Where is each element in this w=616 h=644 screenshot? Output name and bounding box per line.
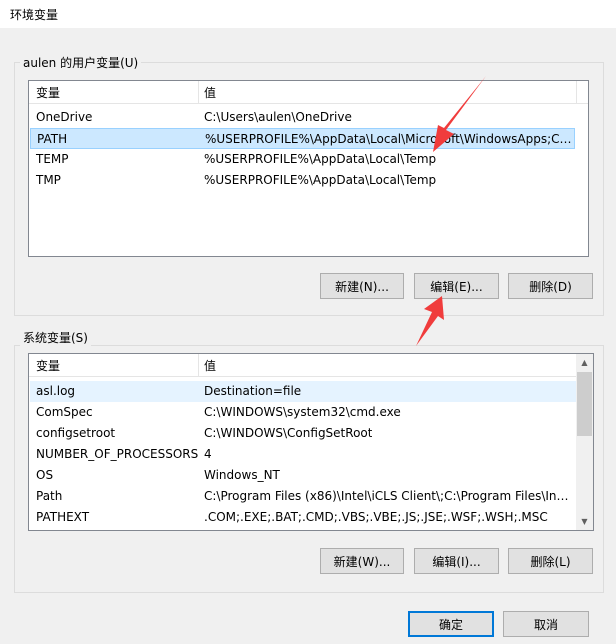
table-row[interactable]: asl.log Destination=file [30, 381, 577, 402]
user-variables-list[interactable]: 变量 值 OneDrive C:\Users\aulen\OneDrive PA… [28, 80, 589, 257]
list-header: 变量 值 [29, 354, 576, 377]
column-header-variable[interactable]: 变量 [36, 84, 60, 101]
variable-value: 4 [204, 447, 212, 461]
table-row[interactable]: Path C:\Program Files (x86)\Intel\iCLS C… [30, 486, 577, 507]
vertical-scrollbar[interactable]: ▲ ▼ [576, 354, 593, 530]
ok-button[interactable]: 确定 [408, 611, 494, 637]
system-new-button[interactable]: 新建(W)... [320, 548, 404, 574]
variable-value: C:\Users\aulen\OneDrive [204, 110, 352, 124]
scroll-down-icon[interactable]: ▼ [576, 513, 593, 530]
system-edit-button[interactable]: 编辑(I)... [414, 548, 499, 574]
list-header: 变量 值 [29, 81, 588, 104]
user-delete-button[interactable]: 删除(D) [508, 273, 593, 299]
scroll-up-icon[interactable]: ▲ [576, 354, 593, 371]
variable-value: C:\WINDOWS\system32\cmd.exe [204, 405, 401, 419]
column-header-value[interactable]: 值 [204, 84, 216, 101]
variable-value: %USERPROFILE%\AppData\Local\Temp [204, 173, 437, 187]
table-row[interactable]: TEMP %USERPROFILE%\AppData\Local\Temp [30, 149, 587, 170]
variable-name: PATH [37, 132, 68, 146]
table-row[interactable]: TMP %USERPROFILE%\AppData\Local\Temp [30, 170, 587, 191]
table-row-selected[interactable]: PATH %USERPROFILE%\AppData\Local\Microso… [30, 128, 575, 149]
column-header-value[interactable]: 值 [204, 357, 216, 374]
cancel-button[interactable]: 取消 [503, 611, 589, 637]
user-edit-button[interactable]: 编辑(E)... [414, 273, 499, 299]
table-row[interactable]: NUMBER_OF_PROCESSORS 4 [30, 444, 577, 465]
variable-value: %USERPROFILE%\AppData\Local\Temp [204, 152, 437, 166]
user-new-button[interactable]: 新建(N)... [320, 273, 404, 299]
variable-name: NUMBER_OF_PROCESSORS [36, 447, 199, 461]
variable-name: ComSpec [36, 405, 93, 419]
variable-name: OneDrive [36, 110, 93, 124]
variable-name: TMP [36, 173, 61, 187]
variable-value: Destination=file [204, 384, 302, 398]
variable-value: C:\WINDOWS\ConfigSetRoot [204, 426, 373, 440]
variable-name: asl.log [36, 384, 76, 398]
table-row[interactable]: OneDrive C:\Users\aulen\OneDrive [30, 107, 587, 128]
variable-name: TEMP [36, 152, 69, 166]
system-variables-list[interactable]: 变量 值 asl.log Destination=file ComSpec C:… [28, 353, 594, 531]
system-variables-label: 系统变量(S) [20, 329, 91, 346]
system-delete-button[interactable]: 删除(L) [508, 548, 593, 574]
column-header-variable[interactable]: 变量 [36, 357, 60, 374]
user-variables-label: aulen 的用户变量(U) [20, 54, 142, 71]
variable-value: .COM;.EXE;.BAT;.CMD;.VBS;.VBE;.JS;.JSE;.… [204, 510, 548, 524]
variable-name: configsetroot [36, 426, 116, 440]
table-row[interactable]: PATHEXT .COM;.EXE;.BAT;.CMD;.VBS;.VBE;.J… [30, 507, 577, 528]
table-row[interactable]: OS Windows_NT [30, 465, 577, 486]
variable-value: Windows_NT [204, 468, 280, 482]
variable-name: Path [36, 489, 63, 503]
variable-value: C:\Program Files (x86)\Intel\iCLS Client… [204, 489, 572, 503]
title-bar: 环境变量 [0, 0, 616, 28]
variable-name: OS [36, 468, 54, 482]
scroll-thumb[interactable] [577, 372, 592, 436]
variable-name: PATHEXT [36, 510, 90, 524]
table-row[interactable]: ComSpec C:\WINDOWS\system32\cmd.exe [30, 402, 577, 423]
window-title: 环境变量 [10, 8, 59, 22]
variable-value: %USERPROFILE%\AppData\Local\Microsoft\Wi… [205, 132, 573, 146]
table-row[interactable]: configsetroot C:\WINDOWS\ConfigSetRoot [30, 423, 577, 444]
